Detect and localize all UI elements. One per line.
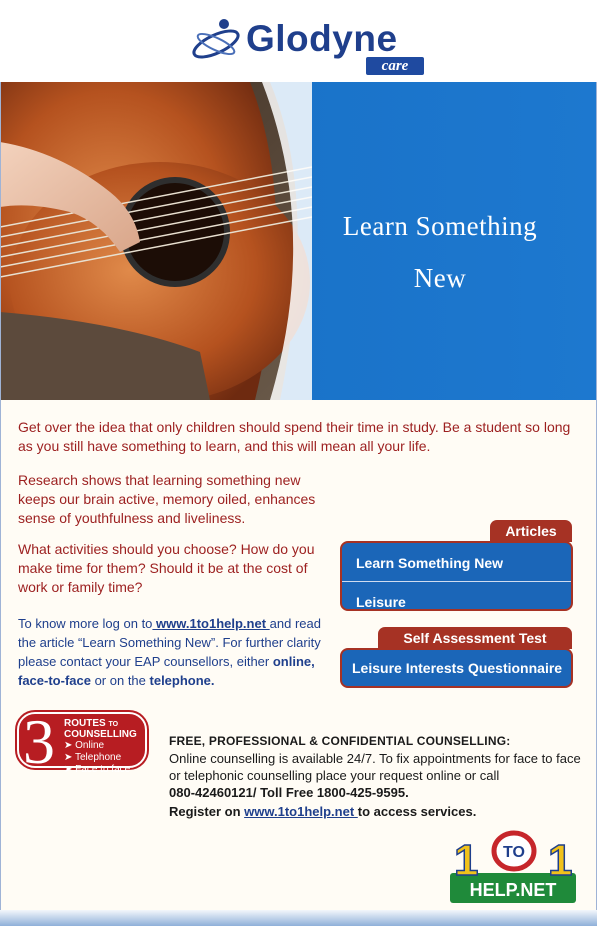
routes-title: ROUTES TO COUNSELLING [64,719,137,740]
register-link[interactable]: www.1to1help.net [244,804,358,819]
know-telephone: telephone. [149,673,215,688]
counselling-info: FREE, PROFESSIONAL & CONFIDENTIAL COUNSE… [169,733,589,820]
routes-word: ROUTES [64,718,106,729]
hero-title-line1: Learn Something [342,211,538,241]
bottom-bar [0,910,597,926]
counselling-phone: 080-42460121/ Toll Free 1800-425-9595. [169,785,409,800]
counselling-text: Online counselling is available 24/7. To… [169,751,581,783]
know-more-paragraph: To know more log on to www.1to1help.net … [18,614,340,690]
website-link[interactable]: www.1to1help.net [152,616,269,631]
1to1help-logo: HELP.NET TO 1 1 [450,830,576,903]
intro-paragraph: Get over the idea that only children sho… [18,419,571,454]
route-telephone: ➤ Telephone [64,752,122,763]
self-assessment-panel: Leisure Interests Questionnaire [340,648,573,688]
know-prefix: To know more log on to [18,616,153,631]
routes-number: 3 [23,706,55,777]
register-prefix: Register on [169,804,245,819]
counselling-heading: FREE, PROFESSIONAL & CONFIDENTIAL COUNSE… [169,734,511,748]
brand-name: Glodyne [246,18,398,59]
guitar-photo [0,82,312,400]
activities-paragraph: What activities should you choose? How d… [18,541,315,595]
glodyne-logo: Glodyne care [186,8,432,78]
svg-text:1: 1 [548,836,572,885]
articles-tab: Articles [490,520,572,542]
route-online: ➤ Online [64,740,105,751]
routes-badge: 3 ROUTES TO COUNSELLING ➤ Online ➤ Telep… [15,710,149,775]
leisure-questionnaire-link[interactable]: Leisure Interests Questionnaire [342,650,571,686]
hero-title-line2: New [413,263,467,293]
svg-text:TO: TO [503,844,525,861]
know-or: or on the [90,673,150,688]
routes-to: TO [108,721,119,728]
frame-left [0,82,1,926]
swirl-logo-icon [192,19,240,59]
brand-sub: care [366,57,424,75]
header: Glodyne care [0,0,597,82]
routes-counselling: COUNSELLING [64,729,137,740]
hero-banner: Learn Something New [0,82,597,400]
hero-title: Learn Something New [310,200,570,304]
research-paragraph: Research shows that learning something n… [18,472,316,526]
self-assessment-tab: Self Assessment Test [378,627,572,649]
svg-text:1: 1 [454,836,478,885]
register-line: Register on www.1to1help.net to access s… [169,803,589,820]
register-suffix: to access services. [357,804,477,819]
route-face-to-face: ➤ Face to face [64,764,131,775]
articles-panel: Learn Something New Leisure [340,541,573,611]
article-learn-something-new[interactable]: Learn Something New [342,543,571,581]
logo-help-net: HELP.NET [470,880,557,900]
routes-list: ➤ Online ➤ Telephone ➤ Face to face [64,740,130,776]
article-leisure[interactable]: Leisure [342,582,571,609]
